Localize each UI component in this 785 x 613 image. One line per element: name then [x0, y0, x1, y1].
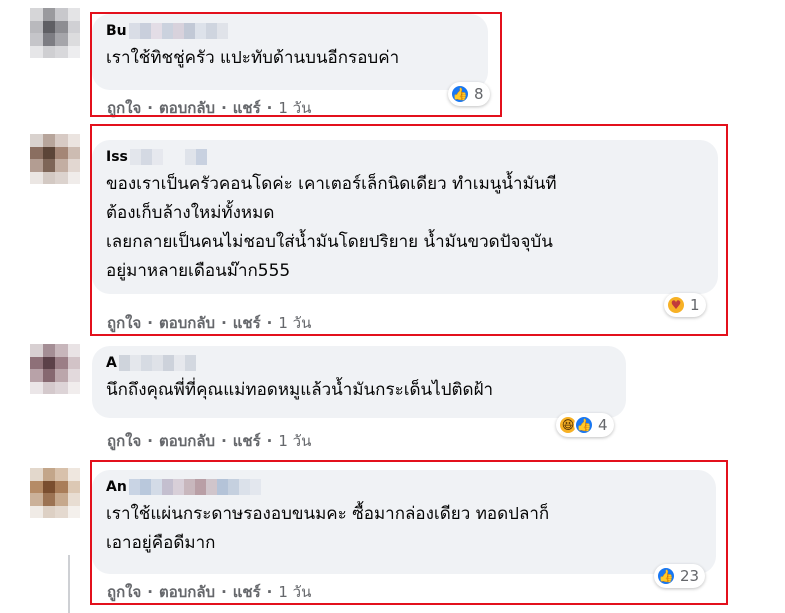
like-icon: 👍	[574, 415, 594, 435]
author-name-text[interactable]: A	[106, 355, 117, 371]
author-name[interactable]: Bu	[106, 22, 476, 40]
like-link[interactable]: ถูกใจ	[107, 580, 141, 604]
comment-bubble: Iss ของเราเป็นครัวคอนโดค่ะ เคาเตอร์เล็กน…	[92, 140, 718, 294]
comment-text-line: เลยกลายเป็นคนไม่ชอบใส่น้ำมันโดยปริยาย น้…	[106, 232, 553, 252]
share-link[interactable]: แชร์	[233, 429, 261, 453]
avatar[interactable]	[30, 344, 80, 394]
author-name[interactable]: Iss	[106, 148, 706, 166]
timestamp[interactable]: 1 วัน	[278, 311, 311, 335]
comment-actions: ถูกใจ · ตอบกลับ · แชร์ · 1 วัน	[107, 96, 311, 120]
reply-link[interactable]: ตอบกลับ	[159, 429, 215, 453]
like-icon: 👍	[656, 566, 676, 586]
reaction-summary[interactable]: 😆 👍 4	[556, 413, 614, 437]
reaction-summary[interactable]: 👍 8	[448, 82, 490, 106]
comment-actions: ถูกใจ · ตอบกลับ · แชร์ · 1 วัน	[107, 429, 311, 453]
avatar[interactable]	[30, 134, 80, 184]
blurred-name	[128, 479, 261, 495]
comment-text: เราใช้ทิชชู่ครัว แปะทับด้านบนอีกรอบค่า	[106, 48, 400, 68]
comment-text-line: อยู่มาหลายเดือนม๊าก555	[106, 261, 291, 281]
author-name[interactable]: A	[106, 354, 614, 372]
comment-text-line: ต้องเก็บล้างใหม่ทั้งหมด	[106, 203, 275, 223]
blurred-name	[118, 355, 196, 371]
avatar[interactable]	[30, 468, 80, 518]
reaction-count: 8	[474, 85, 484, 103]
blurred-name	[129, 149, 207, 165]
reply-link[interactable]: ตอบกลับ	[159, 311, 215, 335]
share-link[interactable]: แชร์	[233, 96, 261, 120]
comment-actions: ถูกใจ · ตอบกลับ · แชร์ · 1 วัน	[107, 580, 311, 604]
reaction-summary[interactable]: 👍 23	[654, 564, 706, 588]
reply-link[interactable]: ตอบกลับ	[159, 580, 215, 604]
share-link[interactable]: แชร์	[233, 311, 261, 335]
reaction-count: 4	[598, 416, 608, 434]
author-name[interactable]: An	[106, 478, 704, 496]
comment-text-line: เอาอยู่คือดีมาก	[106, 533, 216, 553]
avatar[interactable]	[30, 8, 80, 58]
care-icon: ♥	[666, 295, 686, 315]
thread-line	[68, 555, 70, 613]
share-link[interactable]: แชร์	[233, 580, 261, 604]
reaction-count: 23	[680, 567, 700, 585]
comment-bubble: A นึกถึงคุณพี่ที่คุณแม่ทอดหมูแล้วน้ำมันก…	[92, 346, 626, 418]
author-name-text[interactable]: Iss	[106, 149, 128, 165]
like-icon: 👍	[450, 84, 470, 104]
comment-text: นึกถึงคุณพี่ที่คุณแม่ทอดหมูแล้วน้ำมันกระ…	[106, 380, 494, 400]
comment-bubble: Bu เราใช้ทิชชู่ครัว แปะทับด้านบนอีกรอบค่…	[92, 14, 488, 90]
reply-link[interactable]: ตอบกลับ	[159, 96, 215, 120]
comment-text: เราใช้แผ่นกระดาษรองอบขนมคะ ซื้อมากล่องเด…	[106, 500, 704, 558]
reaction-summary[interactable]: ♥ 1	[664, 293, 706, 317]
timestamp[interactable]: 1 วัน	[278, 580, 311, 604]
timestamp[interactable]: 1 วัน	[278, 96, 311, 120]
comment-actions: ถูกใจ · ตอบกลับ · แชร์ · 1 วัน	[107, 311, 311, 335]
comment-text-line: ของเราเป็นครัวคอนโดค่ะ เคาเตอร์เล็กนิดเด…	[106, 174, 557, 194]
author-name-text[interactable]: Bu	[106, 23, 127, 39]
like-link[interactable]: ถูกใจ	[107, 96, 141, 120]
comment-text-line: เราใช้แผ่นกระดาษรองอบขนมคะ ซื้อมากล่องเด…	[106, 504, 550, 524]
comment-text: ของเราเป็นครัวคอนโดค่ะ เคาเตอร์เล็กนิดเด…	[106, 170, 706, 286]
reaction-count: 1	[690, 296, 700, 314]
like-link[interactable]: ถูกใจ	[107, 311, 141, 335]
author-name-text[interactable]: An	[106, 479, 127, 495]
blurred-name	[128, 23, 228, 39]
timestamp[interactable]: 1 วัน	[278, 429, 311, 453]
comment-bubble: An เราใช้แผ่นกระดาษรองอบขนมคะ ซื้อมากล่อ…	[92, 470, 716, 574]
like-link[interactable]: ถูกใจ	[107, 429, 141, 453]
